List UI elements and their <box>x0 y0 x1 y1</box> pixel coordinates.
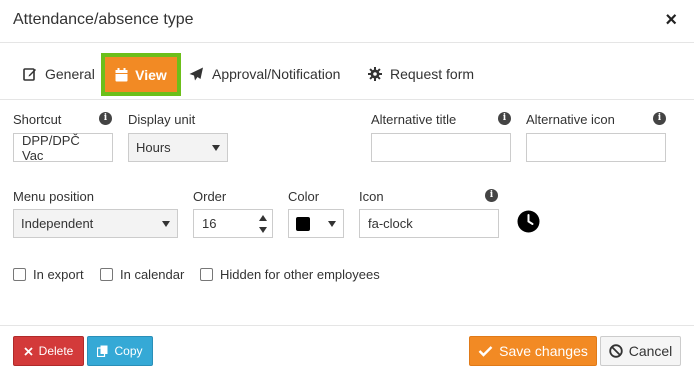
order-label: Order <box>193 189 227 204</box>
hidden-for-others-checkbox[interactable] <box>200 268 213 281</box>
alternative-icon-label: Alternative icon <box>526 112 615 127</box>
delete-label: Delete <box>38 344 74 358</box>
in-calendar-checkbox[interactable] <box>100 268 113 281</box>
paper-plane-icon <box>189 67 203 81</box>
order-spinner[interactable] <box>257 212 269 236</box>
footer-divider <box>0 325 694 326</box>
tab-general-label: General <box>45 66 95 82</box>
tab-view[interactable]: View <box>101 53 181 96</box>
chevron-down-icon <box>212 144 220 151</box>
edit-icon <box>23 68 36 81</box>
copy-icon <box>97 345 108 357</box>
chevron-down-icon <box>162 220 170 227</box>
copy-label: Copy <box>114 344 143 358</box>
save-changes-button[interactable]: Save changes <box>469 336 597 366</box>
color-swatch <box>296 216 310 231</box>
alternative-title-info-icon[interactable]: i <box>498 112 511 125</box>
tab-approval-label: Approval/Notification <box>212 66 341 82</box>
menu-position-label: Menu position <box>13 189 94 204</box>
color-picker[interactable] <box>288 209 344 238</box>
shortcut-input[interactable]: DPP/DPČ Vac <box>13 132 113 163</box>
shortcut-info-icon[interactable]: i <box>99 112 112 125</box>
tab-bar: General View Approval/Notification Reque… <box>0 52 694 100</box>
cancel-button[interactable]: Cancel <box>600 336 681 366</box>
in-export-label: In export <box>33 267 84 282</box>
color-label: Color <box>288 189 320 204</box>
alternative-title-label: Alternative title <box>371 112 457 127</box>
alternative-title-input[interactable] <box>371 133 511 162</box>
tab-request-form[interactable]: Request form <box>368 61 474 87</box>
icon-value: fa-clock <box>368 216 413 231</box>
caret-up-icon[interactable] <box>259 215 267 221</box>
cancel-label: Cancel <box>628 343 673 359</box>
tab-approval-notification[interactable]: Approval/Notification <box>189 61 340 87</box>
times-icon <box>24 346 33 356</box>
tab-request-label: Request form <box>390 66 475 82</box>
tab-general[interactable]: General <box>23 61 95 87</box>
clock-icon <box>517 210 540 233</box>
icon-info-icon[interactable]: i <box>485 189 498 202</box>
tab-view-label: View <box>135 66 167 83</box>
display-unit-label: Display unit <box>128 112 196 127</box>
icon-label: Icon <box>359 189 384 204</box>
caret-down-icon[interactable] <box>259 227 267 233</box>
hidden-for-others-label: Hidden for other employees <box>220 267 380 282</box>
delete-button[interactable]: Delete <box>13 336 84 366</box>
shortcut-value: DPP/DPČ Vac <box>22 132 80 163</box>
order-stepper[interactable]: 16 <box>193 209 273 238</box>
icon-input[interactable]: fa-clock <box>359 209 499 238</box>
display-unit-value: Hours <box>136 140 171 155</box>
order-value: 16 <box>202 216 217 231</box>
in-calendar-label: In calendar <box>120 267 185 282</box>
copy-button[interactable]: Copy <box>87 336 153 366</box>
checkbox-hidden-for-others[interactable]: Hidden for other employees <box>200 267 380 282</box>
checkbox-in-export[interactable]: In export <box>13 267 84 282</box>
calendar-icon <box>115 67 128 81</box>
display-unit-select[interactable]: Hours <box>128 133 228 162</box>
in-export-checkbox[interactable] <box>13 268 26 281</box>
chevron-down-icon <box>328 220 336 227</box>
check-icon <box>478 346 493 357</box>
alternative-icon-info-icon[interactable]: i <box>653 112 666 125</box>
shortcut-label: Shortcut <box>13 112 62 127</box>
ban-icon <box>609 344 623 358</box>
menu-position-select[interactable]: Independent <box>13 209 178 238</box>
save-label: Save changes <box>499 343 588 359</box>
dialog-title: Attendance/absence type <box>13 11 194 28</box>
checkbox-in-calendar[interactable]: In calendar <box>100 267 184 282</box>
menu-position-value: Independent <box>21 216 94 231</box>
close-icon[interactable]: × <box>665 10 677 30</box>
dialog-header: Attendance/absence type × <box>0 0 694 43</box>
alternative-icon-input[interactable] <box>526 133 666 162</box>
gear-icon <box>368 67 382 81</box>
